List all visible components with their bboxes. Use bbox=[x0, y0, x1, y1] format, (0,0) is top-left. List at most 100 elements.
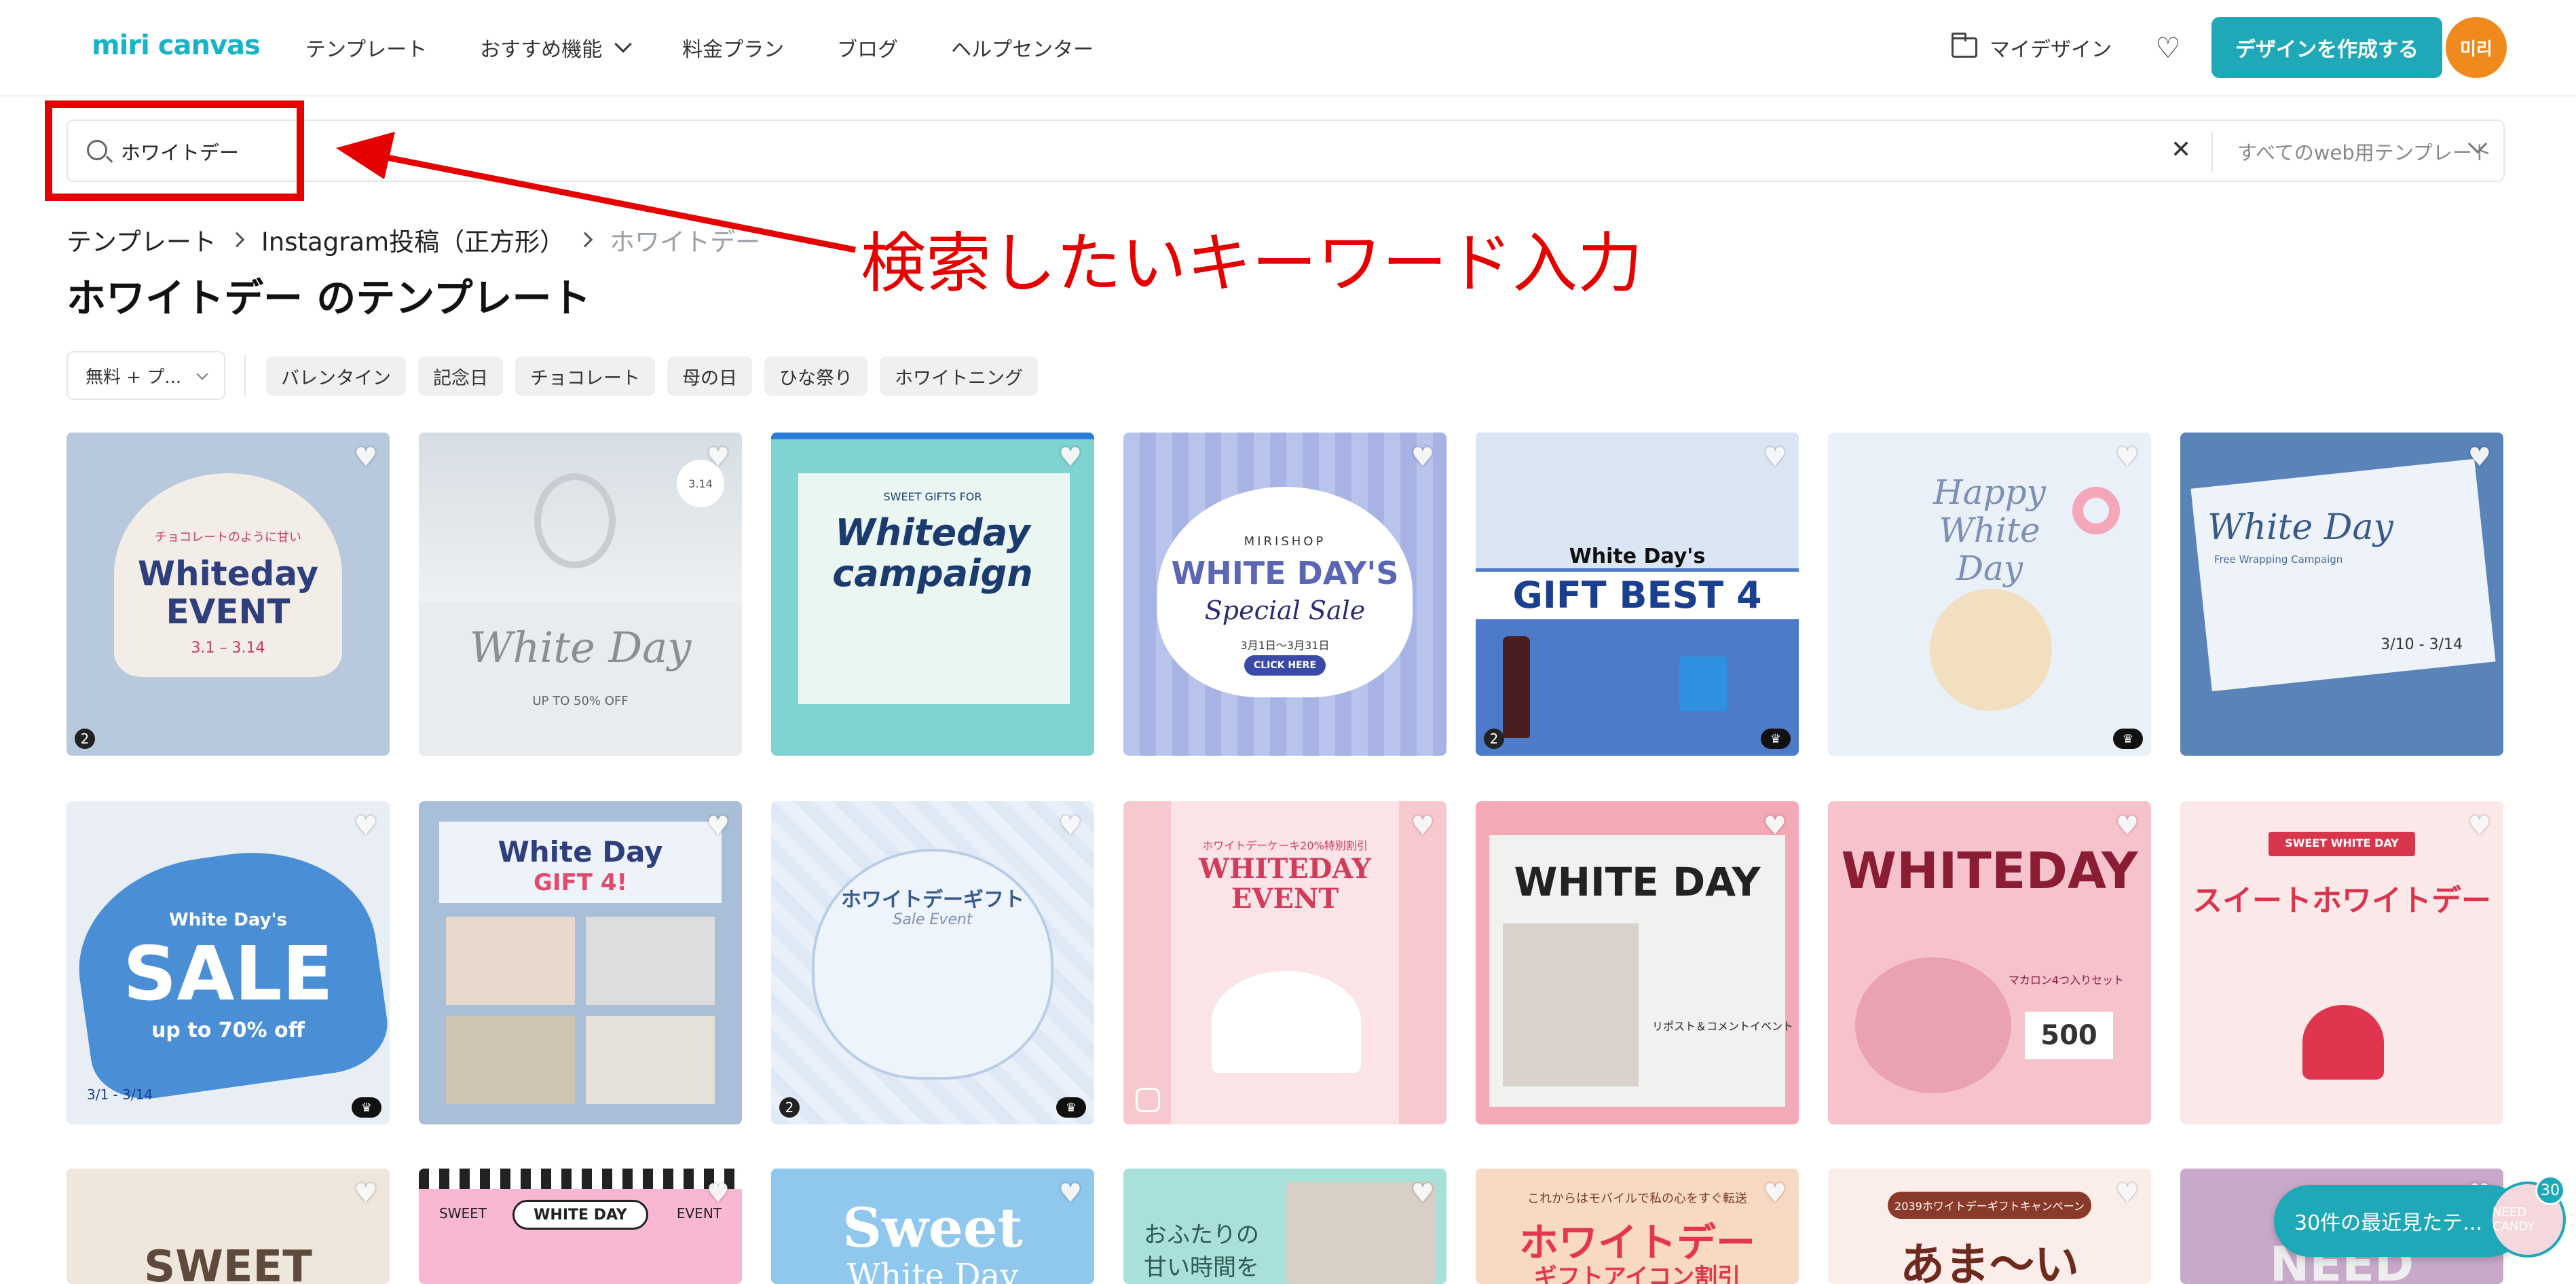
related-tags: バレンタイン 記念日 チョコレート 母の日 ひな祭り ホワイトニング bbox=[266, 356, 1038, 396]
card-title: ホワイトデーギフト bbox=[841, 888, 1024, 912]
nav-pricing[interactable]: 料金プラン bbox=[682, 33, 784, 62]
premium-crown-icon: ♛ bbox=[2113, 729, 2143, 749]
favorite-heart-icon[interactable]: ♥ bbox=[1411, 811, 1434, 841]
nav-templates[interactable]: テンプレート bbox=[305, 33, 427, 62]
breadcrumb-instagram[interactable]: Instagram投稿（正方形） bbox=[261, 221, 565, 258]
template-card[interactable]: SWEET ♥ bbox=[67, 1169, 390, 1284]
photo-1 bbox=[446, 917, 575, 1005]
template-card[interactable]: White Day GIFT 4! ♥ bbox=[419, 801, 742, 1124]
chevron-down-icon bbox=[196, 368, 208, 380]
template-card[interactable]: Sweet White Day ♥ bbox=[771, 1169, 1094, 1284]
favorite-heart-icon[interactable]: ♥ bbox=[2116, 811, 2139, 841]
template-card[interactable]: チョコレートのように甘い Whiteday EVENT 3.1 – 3.14 ♥… bbox=[67, 433, 390, 756]
template-card[interactable]: White Day UP TO 50% OFF 3.14 ♥ bbox=[419, 433, 742, 756]
tag-hinamatsuri[interactable]: ひな祭り bbox=[764, 356, 867, 396]
recently-viewed-button[interactable]: 30件の最近見たテ... bbox=[2274, 1185, 2525, 1257]
premium-crown-icon: ♛ bbox=[1761, 729, 1791, 749]
gift-box bbox=[1679, 657, 1727, 711]
card-title: WHITEDAY EVENT bbox=[1199, 853, 1371, 915]
favorite-heart-icon[interactable]: ♥ bbox=[354, 1178, 377, 1208]
miri-canvas-logo[interactable]: miri canvas bbox=[92, 30, 261, 61]
create-design-button[interactable]: デザインを作成する bbox=[2211, 17, 2442, 78]
search-highlight-box bbox=[45, 100, 304, 201]
favorite-heart-icon[interactable]: ♥ bbox=[707, 442, 730, 472]
card-extra: EVENT bbox=[676, 1205, 722, 1222]
favorite-heart-icon[interactable]: ♥ bbox=[707, 811, 730, 841]
template-card[interactable]: SWEET WHITE DAY スイートホワイトデー ♥ bbox=[2180, 801, 2503, 1124]
photo-3 bbox=[446, 1016, 575, 1104]
ribbon bbox=[771, 433, 1094, 439]
clear-search-icon[interactable]: ✕ bbox=[2171, 136, 2191, 164]
template-card[interactable]: 2039ホワイトデーギフトキャンペーン あま〜い ♥ bbox=[1828, 1169, 2151, 1284]
price-tag: 500 bbox=[2025, 1012, 2113, 1059]
favorite-heart-icon[interactable]: ♥ bbox=[1763, 1178, 1787, 1208]
template-card[interactable]: Happy White Day ♥ ♛ bbox=[1828, 433, 2151, 756]
breadcrumb: テンプレート Instagram投稿（正方形） ホワイトデー bbox=[67, 221, 760, 258]
favorite-heart-icon[interactable]: ♥ bbox=[2468, 811, 2491, 841]
favorite-heart-icon[interactable]: ♥ bbox=[354, 442, 377, 472]
card-title: White Day bbox=[2207, 507, 2393, 548]
favorite-heart-icon[interactable]: ♥ bbox=[707, 1178, 730, 1208]
favorite-heart-icon[interactable]: ♥ bbox=[1059, 811, 1082, 841]
template-card[interactable]: WHITE DAY リポスト＆コメントイベント ♥ bbox=[1476, 801, 1799, 1124]
breadcrumb-current: ホワイトデー bbox=[610, 227, 761, 257]
card-subtitle: GIFT 4! bbox=[534, 869, 627, 896]
template-card[interactable]: ホワイトデーギフト Sale Event ♥ 2 ♛ bbox=[771, 801, 1094, 1124]
favorite-heart-icon[interactable]: ♥ bbox=[1059, 442, 1082, 472]
card-subtitle: Special Sale bbox=[1204, 595, 1366, 625]
nav-label: ブログ bbox=[837, 38, 899, 62]
template-card[interactable]: これからはモバイルで私の心をすぐ転送 ホワイトデー ギフトアイコン割引 ♥ bbox=[1476, 1169, 1799, 1284]
click-here-pill: CLICK HERE bbox=[1244, 655, 1326, 676]
template-card[interactable]: White Day's GIFT BEST 4 ♥ 2 ♛ bbox=[1476, 433, 1799, 756]
template-scope-select[interactable]: すべてのweb用テンプレート bbox=[2237, 137, 2492, 166]
nav-features[interactable]: おすすめ機能 bbox=[480, 33, 632, 62]
nav-help-center[interactable]: ヘルプセンター bbox=[951, 33, 1094, 62]
card-title: あま〜い bbox=[1900, 1239, 2079, 1284]
user-avatar[interactable]: 미리 bbox=[2446, 17, 2507, 78]
cake bbox=[1212, 971, 1361, 1073]
favorite-heart-icon[interactable]: ♥ bbox=[2468, 442, 2491, 472]
favorite-heart-icon[interactable]: ♥ bbox=[1059, 1178, 1082, 1208]
tag-valentine[interactable]: バレンタイン bbox=[266, 356, 406, 396]
nav-label: テンプレート bbox=[305, 38, 428, 62]
page-count-badge: 2 bbox=[779, 1097, 800, 1118]
card-extra: ギフトアイコン割引 bbox=[1533, 1264, 1741, 1284]
tag-anniversary[interactable]: 記念日 bbox=[418, 356, 503, 396]
price-filter-select[interactable]: 無料 + プ... bbox=[67, 351, 225, 400]
tag-chocolate[interactable]: チョコレート bbox=[515, 356, 655, 396]
card-subtitle: White Day's bbox=[169, 910, 287, 930]
favorite-heart-icon[interactable]: ♥ bbox=[354, 811, 377, 841]
card-subtitle: UP TO 50% OFF bbox=[532, 694, 629, 708]
favorite-heart-icon[interactable]: ♥ bbox=[1411, 442, 1434, 472]
favorite-heart-icon[interactable]: ♥ bbox=[1763, 811, 1787, 841]
my-design-link[interactable]: マイデザイン bbox=[1952, 33, 2112, 62]
favorite-heart-icon[interactable]: ♥ bbox=[2116, 442, 2139, 472]
tag-mothers-day[interactable]: 母の日 bbox=[667, 356, 752, 396]
template-card[interactable]: White Day Free Wrapping Campaign 3/10 - … bbox=[2180, 433, 2503, 756]
template-card[interactable]: SWEET WHITE DAY EVENT ♥ bbox=[419, 1169, 742, 1284]
tag-whitening[interactable]: ホワイトニング bbox=[880, 356, 1038, 396]
favorite-heart-icon[interactable]: ♥ bbox=[2116, 1178, 2139, 1208]
card-extra: up to 70% off bbox=[151, 1019, 305, 1042]
template-card[interactable]: White Day's SALE up to 70% off 3/1 - 3/1… bbox=[67, 801, 390, 1124]
photo-4 bbox=[586, 1016, 715, 1104]
main-nav: テンプレート おすすめ機能 料金プラン ブログ ヘルプセンター bbox=[305, 33, 1146, 62]
template-card[interactable]: MIRISHOP WHITE DAY'S Special Sale 3月1日〜3… bbox=[1123, 433, 1446, 756]
card-title: WHITE DAY bbox=[1514, 859, 1761, 905]
card-subtitle: チョコレートのように甘い bbox=[155, 530, 301, 545]
nav-blog[interactable]: ブログ bbox=[837, 33, 898, 62]
nav-label: おすすめ機能 bbox=[480, 38, 603, 62]
card-subtitle: ホワイトデーケーキ20%特別割引 bbox=[1202, 839, 1368, 852]
template-card[interactable]: ホワイトデーケーキ20%特別割引 WHITEDAY EVENT ♥ bbox=[1123, 801, 1446, 1124]
card-title: SALE bbox=[123, 930, 333, 1017]
annotation-text: 検索したいキーワード入力 bbox=[861, 225, 1643, 301]
breadcrumb-templates[interactable]: テンプレート bbox=[67, 221, 217, 258]
favorite-heart-icon[interactable]: ♥ bbox=[1763, 442, 1787, 472]
card-title: スイートホワイトデー bbox=[2192, 883, 2491, 918]
template-card[interactable]: おふたりの 甘い時間を ♥ bbox=[1123, 1169, 1446, 1284]
favorites-heart-icon[interactable]: ♡ bbox=[2155, 31, 2181, 65]
nav-label: ヘルプセンター bbox=[951, 38, 1094, 62]
template-card[interactable]: WHITEDAY マカロン4つ入りセット 500 ♥ bbox=[1828, 801, 2151, 1124]
favorite-heart-icon[interactable]: ♥ bbox=[1411, 1178, 1434, 1208]
template-card[interactable]: SWEET GIFTS FOR Whiteday campaign ♥ bbox=[771, 433, 1094, 756]
